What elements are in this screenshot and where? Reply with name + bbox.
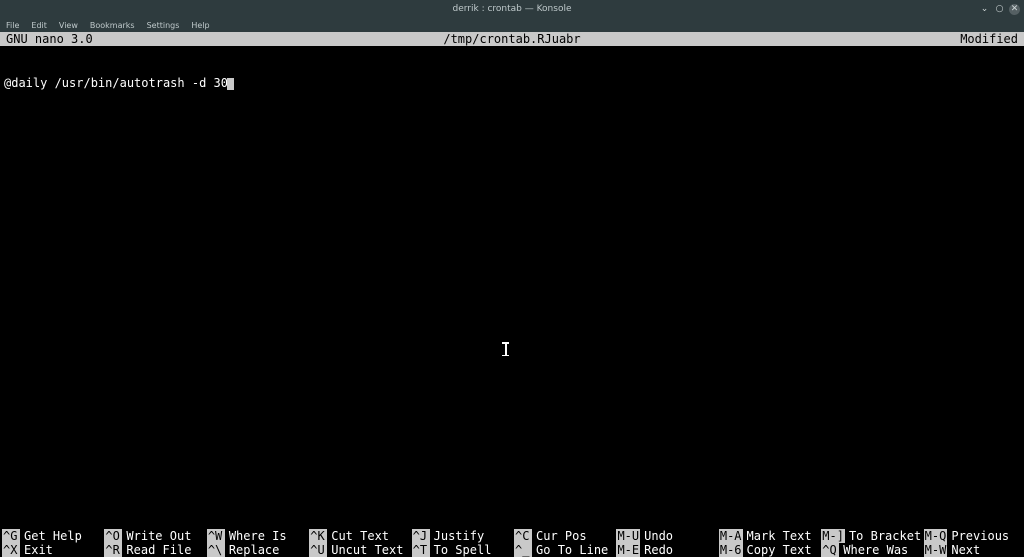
shortcut-row-2: ^XExit ^RRead File ^\Replace ^UUncut Tex… (0, 543, 1024, 557)
editor-line-text: @daily /usr/bin/autotrash -d 30 (4, 76, 228, 90)
editor-area[interactable]: @daily /usr/bin/autotrash -d 30 (0, 46, 1024, 118)
minimize-icon[interactable]: ⌄ (979, 4, 990, 15)
mouse-cursor-ibeam-icon (502, 342, 509, 356)
close-icon[interactable]: ✕ (1009, 4, 1020, 15)
shortcut-get-help[interactable]: ^GGet Help (0, 529, 102, 543)
shortcut-exit[interactable]: ^XExit (0, 543, 102, 557)
menubar: File Edit View Bookmarks Settings Help (0, 18, 1024, 32)
menu-settings[interactable]: Settings (147, 21, 180, 30)
nano-filepath: /tmp/crontab.RJuabr (443, 32, 580, 46)
nano-shortcuts: ^GGet Help ^OWrite Out ^WWhere Is ^KCut … (0, 529, 1024, 557)
menu-file[interactable]: File (6, 21, 19, 30)
shortcut-read-file[interactable]: ^RRead File (102, 543, 204, 557)
shortcut-row-1: ^GGet Help ^OWrite Out ^WWhere Is ^KCut … (0, 529, 1024, 543)
shortcut-previous[interactable]: M-QPrevious (922, 529, 1024, 543)
menu-edit[interactable]: Edit (31, 21, 47, 30)
shortcut-where-was[interactable]: ^QWhere Was (819, 543, 921, 557)
shortcut-copy-text[interactable]: M-6Copy Text (717, 543, 819, 557)
window-controls: ⌄ ○ ✕ (979, 4, 1020, 15)
terminal[interactable]: GNU nano 3.0 /tmp/crontab.RJuabr Modifie… (0, 32, 1024, 557)
editor-line[interactable]: @daily /usr/bin/autotrash -d 30 (4, 76, 1020, 90)
maximize-icon[interactable]: ○ (994, 4, 1005, 15)
shortcut-redo[interactable]: M-ERedo (614, 543, 716, 557)
window-titlebar: derrik : crontab — Konsole ⌄ ○ ✕ (0, 0, 1024, 18)
nano-status: Modified (960, 32, 1018, 46)
shortcut-uncut-text[interactable]: ^UUncut Text (307, 543, 409, 557)
shortcut-next[interactable]: M-WNext (922, 543, 1024, 557)
shortcut-to-bracket[interactable]: M-]To Bracket (819, 529, 921, 543)
nano-version: GNU nano 3.0 (6, 32, 93, 46)
shortcut-cut-text[interactable]: ^KCut Text (307, 529, 409, 543)
text-cursor (227, 78, 234, 90)
shortcut-go-to-line[interactable]: ^_Go To Line (512, 543, 614, 557)
shortcut-write-out[interactable]: ^OWrite Out (102, 529, 204, 543)
shortcut-cur-pos[interactable]: ^CCur Pos (512, 529, 614, 543)
shortcut-replace[interactable]: ^\Replace (205, 543, 307, 557)
shortcut-justify[interactable]: ^JJustify (410, 529, 512, 543)
menu-bookmarks[interactable]: Bookmarks (90, 21, 135, 30)
menu-help[interactable]: Help (191, 21, 209, 30)
nano-header: GNU nano 3.0 /tmp/crontab.RJuabr Modifie… (0, 32, 1024, 46)
shortcut-undo[interactable]: M-UUndo (614, 529, 716, 543)
shortcut-mark-text[interactable]: M-AMark Text (717, 529, 819, 543)
shortcut-to-spell[interactable]: ^TTo Spell (410, 543, 512, 557)
menu-view[interactable]: View (59, 21, 78, 30)
window-title: derrik : crontab — Konsole (453, 4, 572, 14)
shortcut-where-is[interactable]: ^WWhere Is (205, 529, 307, 543)
